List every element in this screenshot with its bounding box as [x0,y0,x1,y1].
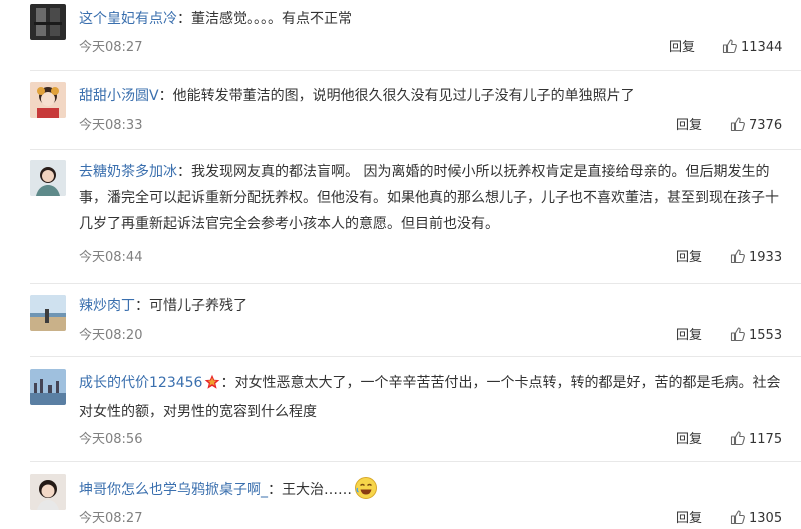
like-button[interactable]: 1305 [730,509,782,529]
comment-text: 王大治…… [282,482,352,498]
like-count: 1305 [749,511,783,526]
avatar[interactable] [30,295,66,331]
comment-body: 成长的代价123456 ：对女性恶意太大了，一个辛辛苦苦付出，一个卡点转，转的都是… [79,370,791,425]
like-count: 11344 [741,40,783,55]
laughing-emoji-icon [354,476,378,509]
like-button[interactable]: 1553 [730,326,782,346]
avatar[interactable] [30,82,66,118]
comment-item: 成长的代价123456 ：对女性恶意太大了，一个辛辛苦苦付出，一个卡点转，转的都是… [0,357,801,460]
comment-item: 这个皇妃有点冷：董洁感觉。。。。有点不正常 今天08:27 回复 11344 [0,0,801,70]
comment-separator: ： [268,482,282,498]
comment-text: 他能转发带董洁的图，说明他很久很久没有见过儿子没有儿子的单独照片了 [172,88,635,104]
comment-username[interactable]: 去糖奶茶多加冰 [79,164,177,180]
thumbs-up-icon [730,510,745,525]
avatar[interactable] [30,160,66,196]
comment-username[interactable]: 坤哥你怎么也学乌鸦掀桌子啊_ [79,482,268,498]
comment-body: 甜甜小汤圆V：他能转发带董洁的图，说明他很久很久没有见过儿子没有儿子的单独照片了 [79,83,791,109]
comment-footer: 今天08:56 回复 1175 [79,430,801,450]
reply-button[interactable]: 回复 [676,326,702,346]
comment-body: 去糖奶茶多加冰：我发现网友真的都法盲啊。 因为离婚的时候小所以抚养权肯定是直接给… [79,159,791,237]
comment-username[interactable]: 甜甜小汤圆V [79,88,159,104]
thumbs-up-icon [730,327,745,342]
reply-button[interactable]: 回复 [676,509,702,529]
thumbs-up-icon [722,39,737,54]
comment-time: 今天08:56 [79,432,143,447]
comment-time: 今天08:27 [79,40,143,55]
reply-button[interactable]: 回复 [669,38,695,58]
comment-separator: ： [135,298,149,314]
like-count: 1933 [749,250,783,265]
like-button[interactable]: 1175 [730,430,782,450]
reply-button[interactable]: 回复 [676,248,702,268]
thumbs-up-icon [730,117,745,132]
comment-footer: 今天08:27 回复 1305 [79,509,801,529]
avatar[interactable] [30,369,66,405]
like-button[interactable]: 11344 [722,38,782,58]
like-count: 1175 [749,432,783,447]
comment-footer: 今天08:20 回复 1553 [79,326,801,346]
comment-body: 这个皇妃有点冷：董洁感觉。。。。有点不正常 [79,6,791,32]
avatar[interactable] [30,4,66,40]
reply-button[interactable]: 回复 [676,116,702,136]
comment-item: 去糖奶茶多加冰：我发现网友真的都法盲啊。 因为离婚的时候小所以抚养权肯定是直接给… [0,150,801,283]
like-count: 7376 [749,118,783,133]
comment-separator: ： [177,11,191,27]
comment-item: 辣炒肉丁：可惜儿子养残了 今天08:20 回复 1553 [0,284,801,354]
comment-time: 今天08:27 [79,511,143,526]
comment-username[interactable]: 辣炒肉丁 [79,298,135,314]
comment-separator: ： [177,164,191,180]
comment-time: 今天08:20 [79,328,143,343]
comment-username[interactable]: 这个皇妃有点冷 [79,11,177,27]
like-count: 1553 [749,328,783,343]
comment-time: 今天08:33 [79,118,143,133]
thumbs-up-icon [730,431,745,446]
like-button[interactable]: 1933 [730,248,782,268]
comment-username[interactable]: 成长的代价123456 [79,375,202,391]
comment-body: 坤哥你怎么也学乌鸦掀桌子啊_：王大治…… [79,476,791,509]
red-star-icon [204,373,220,399]
comment-item: 坤哥你怎么也学乌鸦掀桌子啊_：王大治…… 今天08:27 回复 1305 [0,462,801,527]
comment-text: 可惜儿子养残了 [149,298,247,314]
comment-footer: 今天08:44 回复 1933 [79,248,801,268]
comment-body: 辣炒肉丁：可惜儿子养残了 [79,293,791,319]
avatar[interactable] [30,474,66,510]
comment-separator: ： [220,375,235,391]
comment-item: 甜甜小汤圆V：他能转发带董洁的图，说明他很久很久没有见过儿子没有儿子的单独照片了… [0,71,801,148]
comment-time: 今天08:44 [79,250,143,265]
comment-text: 董洁感觉。。。。有点不正常 [191,11,352,27]
thumbs-up-icon [730,249,745,264]
comment-separator: ： [158,88,173,104]
comment-footer: 今天08:33 回复 7376 [79,116,801,136]
like-button[interactable]: 7376 [730,116,782,136]
comment-footer: 今天08:27 回复 11344 [79,38,801,58]
reply-button[interactable]: 回复 [676,430,702,450]
